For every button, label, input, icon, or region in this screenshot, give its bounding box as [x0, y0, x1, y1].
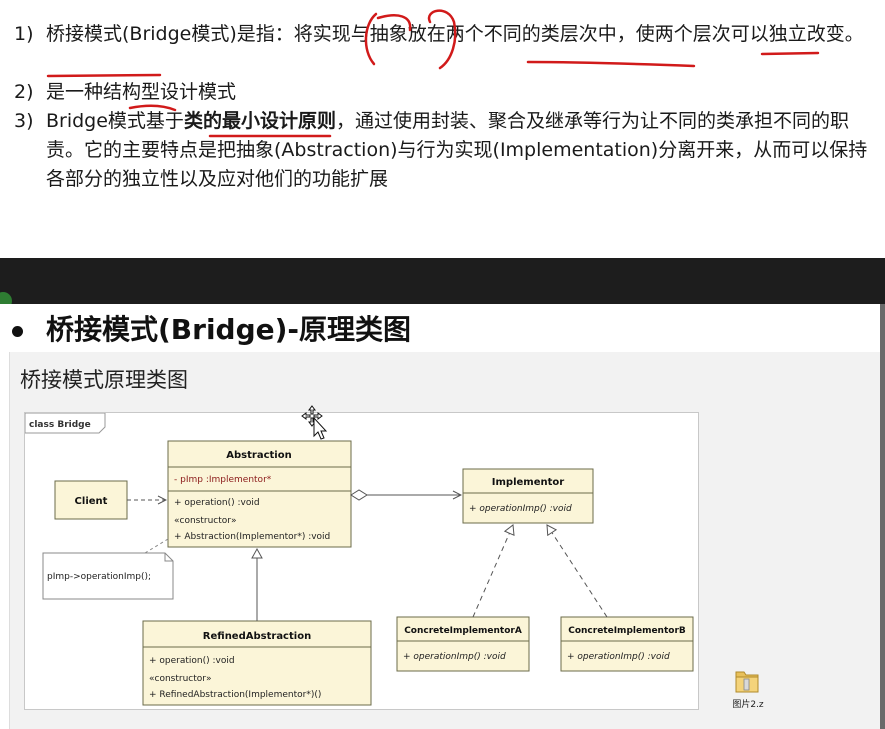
- svg-text:Client: Client: [75, 496, 108, 507]
- annotation-underline-3: [46, 73, 162, 78]
- uml-class-diagram: class Bridge Client Abstraction - pImp :…: [24, 412, 699, 710]
- svg-text:+ operation() :void: + operation() :void: [149, 656, 235, 666]
- class-concrete-implementor-a[interactable]: ConcreteImplementorA + operationImp() :v…: [396, 616, 530, 672]
- class-client[interactable]: Client: [54, 480, 128, 520]
- svg-text:Implementor: Implementor: [492, 477, 564, 488]
- realization-concrete-a: [472, 524, 515, 618]
- svg-text:+ operation() :void: + operation() :void: [174, 498, 260, 508]
- list-item-1: 1) 桥接模式(Bridge模式)是指：将实现与抽象放在两个不同的类层次中，使两…: [14, 20, 874, 49]
- svg-text:«constructor»: «constructor»: [174, 516, 236, 526]
- top-text-slide: 1) 桥接模式(Bridge模式)是指：将实现与抽象放在两个不同的类层次中，使两…: [0, 0, 885, 258]
- svg-text:- pImp :Implementor*: - pImp :Implementor*: [174, 475, 272, 485]
- slide-title: 桥接模式(Bridge)-原理类图: [46, 313, 412, 346]
- list-text-pre: Bridge模式基于: [46, 110, 184, 132]
- class-concrete-implementor-b[interactable]: ConcreteImplementorB + operationImp() :v…: [560, 616, 694, 672]
- class-refined-abstraction[interactable]: RefinedAbstraction + operation() :void «…: [142, 620, 372, 706]
- panel-title: 桥接模式原理类图: [20, 368, 188, 392]
- list-item-2: 2) 是一种结构型设计模式: [14, 78, 874, 107]
- list-number: 1): [14, 23, 34, 45]
- note-box: pImp->operationImp();: [42, 552, 174, 600]
- note-anchor-line: [144, 538, 169, 554]
- slide-separator-band: [0, 258, 885, 304]
- file-label: 图片2.z: [732, 700, 764, 710]
- svg-text:class Bridge: class Bridge: [29, 420, 91, 430]
- aggregation-abstraction-implementor: [350, 489, 461, 501]
- annotation-underline-1: [526, 60, 696, 68]
- annotation-underline-2: [760, 51, 820, 56]
- class-implementor[interactable]: Implementor + operationImp() :void: [462, 468, 594, 524]
- svg-text:«constructor»: «constructor»: [149, 674, 211, 684]
- svg-text:+ operationImp() :void: + operationImp() :void: [567, 652, 670, 662]
- class-abstraction[interactable]: Abstraction - pImp :Implementor* + opera…: [167, 440, 352, 548]
- svg-text:ConcreteImplementorA: ConcreteImplementorA: [404, 626, 522, 636]
- list-text: Bridge模式基于类的最小设计原则，通过使用封装、聚合及继承等行为让不同的类承…: [46, 107, 874, 194]
- svg-text:+ operationImp() :void: + operationImp() :void: [403, 652, 506, 662]
- diagram-frame-label: class Bridge: [24, 412, 106, 434]
- list-number: 2): [14, 81, 34, 103]
- list-text: 是一种结构型设计模式: [46, 81, 237, 103]
- list-item-3: 3) Bridge模式基于类的最小设计原则，通过使用封装、聚合及继承等行为让不同…: [14, 107, 874, 194]
- svg-text:RefinedAbstraction: RefinedAbstraction: [203, 631, 311, 642]
- list-number: 3): [14, 110, 34, 132]
- bullet-dot-icon: [12, 326, 23, 337]
- svg-text:Abstraction: Abstraction: [226, 450, 291, 461]
- folder-icon[interactable]: [732, 666, 762, 696]
- move-cursor-icon: [301, 405, 328, 440]
- svg-text:+ RefinedAbstraction(Impleme: + RefinedAbstraction(Implementor*)(): [149, 690, 321, 700]
- list-text-bold: 类的最小设计原则: [183, 110, 336, 132]
- right-edge-bar: [880, 304, 885, 729]
- list-text: 桥接模式(Bridge模式)是指：将实现与抽象放在两个不同的类层次中，使两个层次…: [46, 23, 864, 45]
- svg-text:ConcreteImplementorB: ConcreteImplementorB: [568, 626, 686, 636]
- svg-text:pImp->operationImp();: pImp->operationImp();: [47, 572, 151, 582]
- svg-text:+ operationImp() :void: + operationImp() :void: [469, 504, 572, 514]
- realization-concrete-b: [546, 524, 608, 618]
- svg-text:+ Abstraction(Implementor*): + Abstraction(Implementor*) :void: [174, 532, 330, 542]
